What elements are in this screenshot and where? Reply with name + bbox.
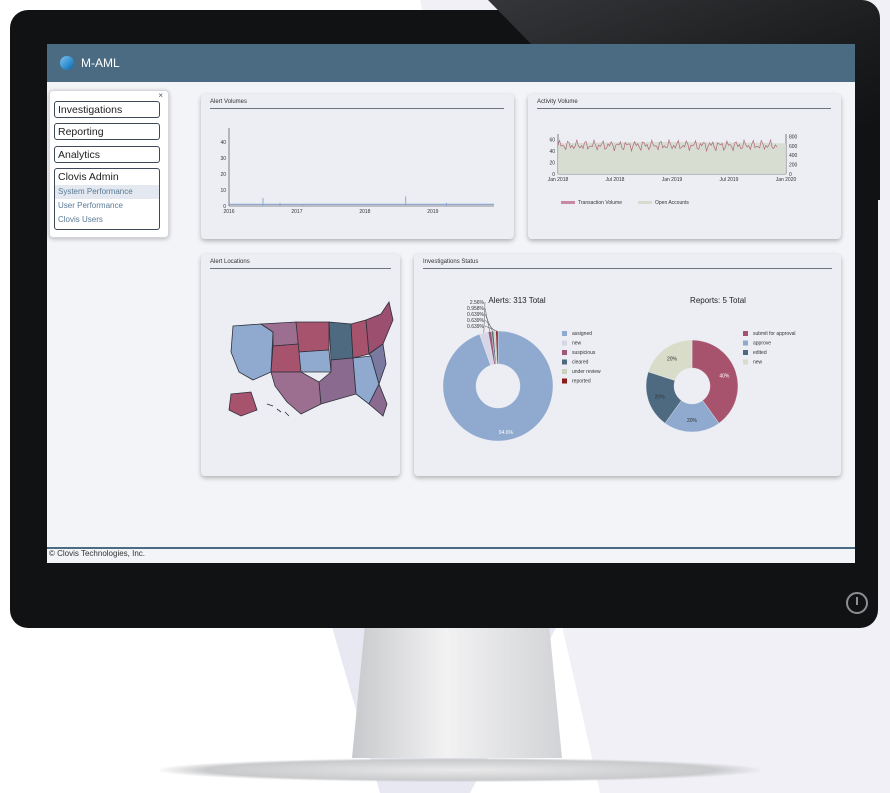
legend-label: under review: [572, 369, 601, 375]
map-region-south: [270, 371, 322, 415]
legend-label: suspicious: [572, 350, 596, 356]
x-tick-label: Jul 2019: [720, 177, 739, 183]
legend-label: approve: [753, 341, 771, 347]
y-tick-label: 30: [220, 156, 226, 162]
monitor-base: [160, 758, 760, 782]
map-region-mountain: [270, 343, 302, 373]
monitor-stand: [352, 628, 562, 758]
alert-locations-panel: Alert Locations: [201, 254, 400, 476]
y-left-tick-label: 20: [549, 161, 555, 167]
legend-swatch: [562, 378, 567, 384]
y-right-tick-label: 200: [789, 163, 798, 169]
x-tick-label: Jul 2018: [606, 177, 625, 183]
investigations-status-charts: Alerts: 313 Total94.6%assigned2.56%new0.…: [442, 296, 796, 442]
alert-volumes-panel: Alert Volumes 0 10 20 30 40 2016 2017 2018 2019: [201, 94, 514, 239]
app-title: M-AML: [81, 56, 120, 70]
legend-label-transaction-volume: Transaction Volume: [578, 200, 622, 206]
y-tick-label: 10: [220, 188, 226, 194]
chart-title: Reports: 5 Total: [690, 296, 746, 305]
chart-title: Alerts: 313 Total: [488, 296, 545, 305]
legend-swatch: [562, 369, 567, 374]
y-left-tick-label: 60: [549, 138, 555, 144]
legend-label: new: [753, 360, 763, 366]
logo-icon: [60, 56, 74, 70]
slice-label: 40%: [719, 373, 730, 379]
sidebar-item-reporting[interactable]: Reporting: [54, 123, 160, 140]
footer-divider: [47, 547, 855, 549]
legend-label: cleared: [572, 360, 589, 366]
x-tick-label: Jan 2019: [662, 177, 683, 183]
us-map: [228, 300, 394, 417]
legend-swatch: [743, 340, 748, 346]
slice-label: 0.639%: [467, 324, 485, 330]
map-region-alaska: [228, 391, 258, 417]
legend-swatch: [562, 350, 567, 355]
sidebar-item-investigations[interactable]: Investigations: [54, 101, 160, 118]
power-icon[interactable]: [846, 592, 868, 614]
slice-label: 20%: [687, 418, 698, 424]
legend-label: reported: [572, 379, 591, 385]
sidebar-item-clovis-admin[interactable]: Clovis Admin: [55, 169, 159, 185]
map-region-plains-north: [295, 321, 330, 353]
footer-copyright: © Clovis Technologies, Inc.: [49, 549, 146, 558]
x-tick-label: 2016: [223, 209, 234, 215]
legend-swatch: [743, 350, 748, 355]
y-right-tick-label: 600: [789, 144, 798, 150]
slice-label: 20%: [655, 395, 666, 401]
sidebar-item-analytics[interactable]: Analytics: [54, 146, 160, 163]
activity-volume-chart: 02040600200400600800Jan 2018 Jul 2018 Jan …: [548, 134, 798, 206]
y-tick-label: 40: [220, 140, 226, 146]
y-right-tick-label: 400: [789, 153, 798, 159]
legend-label: submit for approval: [753, 331, 796, 337]
legend-swatch-transaction-volume: [561, 201, 575, 204]
sidebar-group-clovis-admin: Clovis Admin System Performance User Per…: [54, 168, 160, 230]
legend-swatch: [743, 359, 748, 365]
sidebar-subitem-clovis-users[interactable]: Clovis Users: [55, 213, 159, 227]
y-right-tick-label: 800: [789, 134, 798, 140]
legend-swatch: [562, 331, 567, 336]
x-tick-label: Jan 2018: [548, 177, 569, 183]
sidebar-menu: × Investigations Reporting Analytics Clo…: [49, 90, 169, 238]
activity-volume-panel: Activity Volume 0 20 40 60 0 200 400 600 800 Jan …: [528, 94, 841, 239]
map-region-plains: [298, 349, 332, 373]
map-region-hawaii: [266, 403, 290, 417]
legend-label: edited: [753, 350, 767, 356]
app-header: M-AML: [47, 44, 855, 82]
slice-label: 94.6%: [499, 430, 514, 436]
y-tick-label: 20: [220, 172, 226, 178]
app-screen: M-AML × Investigations Reporting Analyti…: [47, 44, 855, 563]
legend-label: assigned: [572, 331, 592, 337]
legend-label: new: [572, 341, 582, 347]
sidebar-subitem-system-performance[interactable]: System Performance: [55, 185, 159, 199]
x-tick-label: 2017: [291, 209, 302, 215]
legend-swatch: [562, 340, 567, 346]
legend-label-open-accounts: Open Accounts: [655, 200, 689, 206]
map-region-west: [230, 323, 274, 381]
x-tick-label: Jan 2020: [776, 177, 797, 183]
legend-swatch-open-accounts: [638, 201, 652, 204]
close-icon[interactable]: ×: [158, 91, 163, 100]
x-tick-label: 2018: [359, 209, 370, 215]
investigations-status-panel: Investigations Status Alerts: 313 Total 9…: [414, 254, 841, 476]
sidebar-subitem-user-performance[interactable]: User Performance: [55, 199, 159, 213]
y-left-tick-label: 40: [549, 149, 555, 155]
map-region-central: [328, 321, 354, 361]
legend-swatch: [562, 359, 567, 365]
alert-volumes-chart: 0102030402016 2017 2018 2019: [220, 128, 494, 215]
legend-swatch: [743, 331, 748, 336]
slice-label: 20%: [667, 356, 678, 362]
x-tick-label: 2019: [427, 209, 438, 215]
